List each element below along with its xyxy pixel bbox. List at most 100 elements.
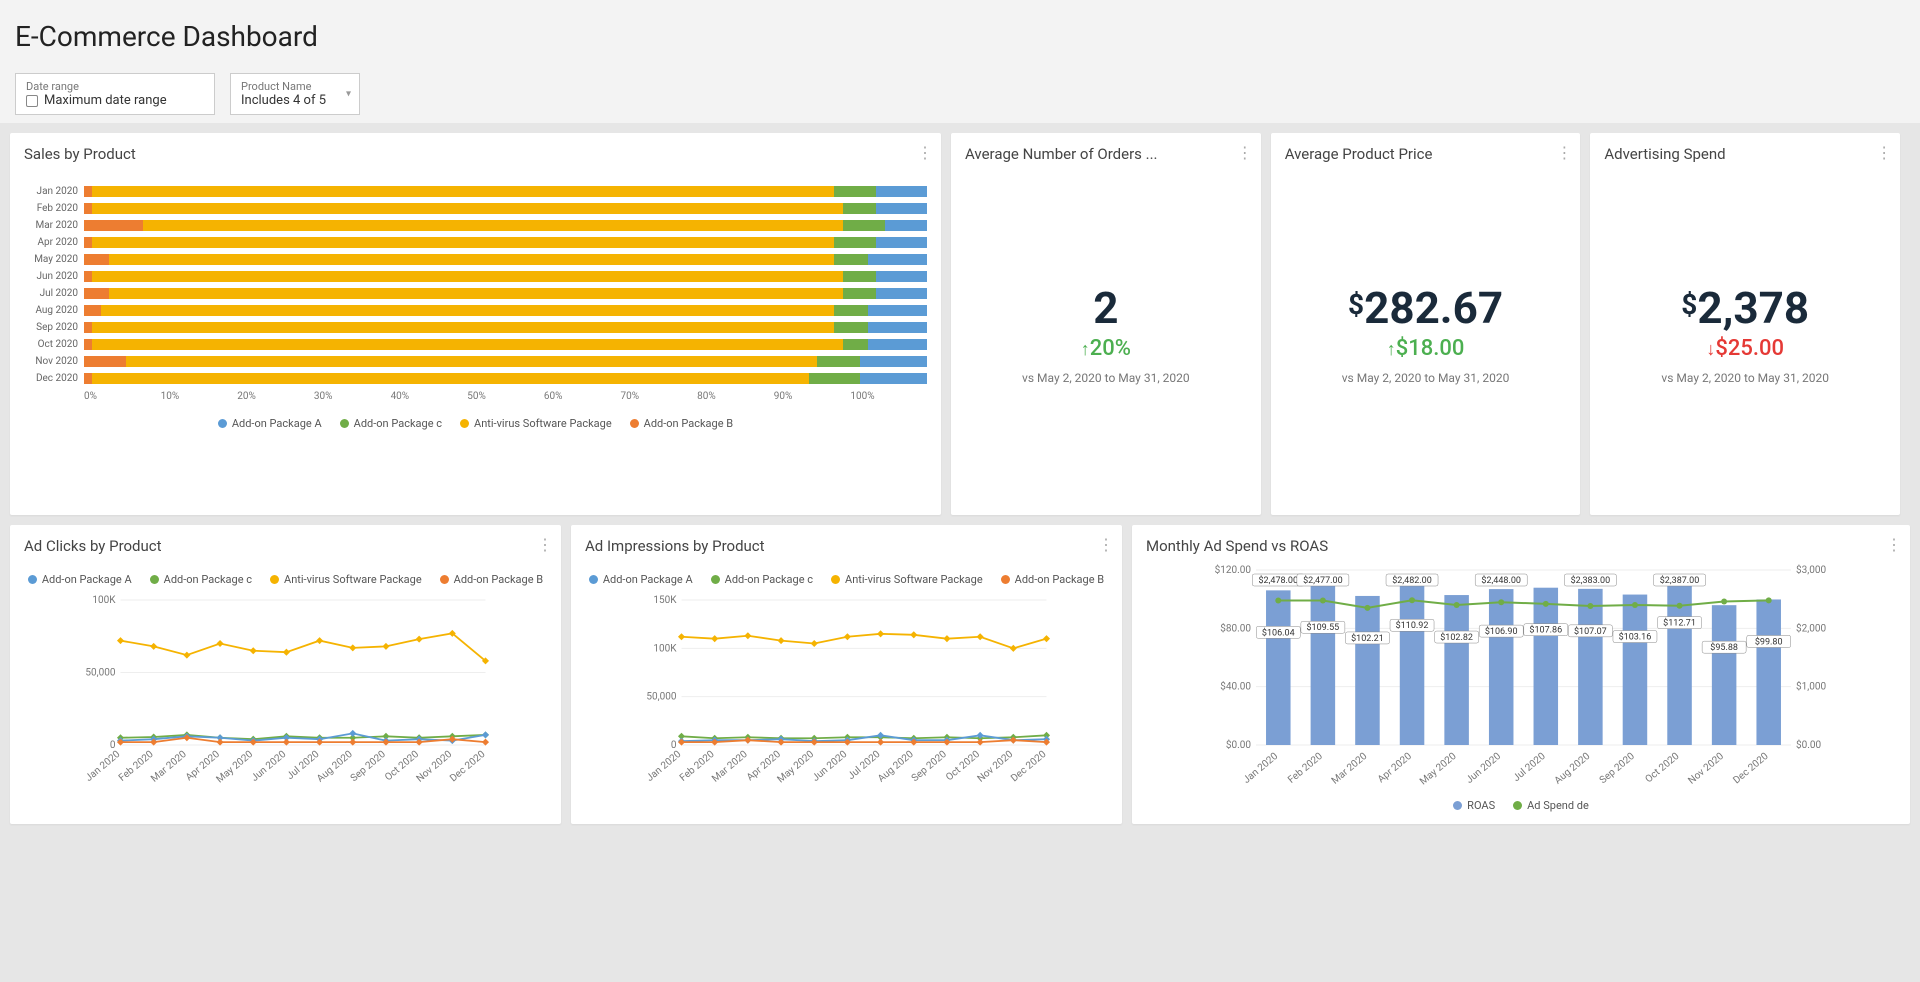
ad-impressions-line-chart: 050,000100K150KJan 2020Feb 2020Mar 2020A… (585, 590, 1108, 790)
svg-text:$3,000: $3,000 (1796, 563, 1826, 576)
svg-text:Mar 2020: Mar 2020 (149, 749, 189, 785)
card-ad-clicks: ⋮ Ad Clicks by Product Add-on Package AA… (10, 525, 561, 824)
filter-product-name[interactable]: Product Name Includes 4 of 5 ▾ (230, 73, 360, 115)
svg-text:Jan 2020: Jan 2020 (84, 749, 123, 784)
kpi-compare-text: vs May 2, 2020 to May 31, 2020 (1022, 371, 1190, 385)
svg-text:Aug 2020: Aug 2020 (315, 749, 355, 785)
kpi-ad-spend-delta: ↓$25.00 (1706, 336, 1784, 361)
svg-text:Aug 2020: Aug 2020 (876, 749, 916, 785)
kpi-compare-text: vs May 2, 2020 to May 31, 2020 (1661, 371, 1829, 385)
svg-text:Nov 2020: Nov 2020 (415, 749, 455, 785)
filter-date-range-value: Maximum date range (44, 93, 167, 108)
svg-text:Jun 2020: Jun 2020 (249, 749, 288, 784)
svg-text:$2,478.00: $2,478.00 (1259, 575, 1299, 586)
card-avg-price: ⋮ Average Product Price $282.67 ↑$18.00 … (1271, 133, 1581, 515)
svg-text:$109.55: $109.55 (1307, 622, 1340, 633)
svg-text:Jan 2020: Jan 2020 (1241, 751, 1280, 786)
svg-text:$103.16: $103.16 (1619, 632, 1652, 643)
chevron-down-icon: ▾ (346, 89, 351, 100)
svg-text:Jun 2020: Jun 2020 (1464, 751, 1503, 786)
svg-text:Sep 2020: Sep 2020 (1598, 751, 1637, 787)
svg-text:100K: 100K (653, 643, 677, 654)
filter-date-range[interactable]: Date range Maximum date range (15, 73, 215, 115)
card-title: Advertising Spend (1604, 145, 1886, 163)
card-title: Sales by Product (24, 145, 927, 163)
sales-legend: Add-on Package AAdd-on Package cAnti-vir… (24, 417, 927, 430)
svg-text:Mar 2020: Mar 2020 (710, 749, 750, 785)
card-ad-impressions: ⋮ Ad Impressions by Product Add-on Packa… (571, 525, 1122, 824)
svg-text:$106.04: $106.04 (1262, 627, 1295, 638)
kpi-avg-price-delta: ↑$18.00 (1387, 336, 1465, 361)
svg-text:100K: 100K (92, 595, 116, 606)
svg-text:Nov 2020: Nov 2020 (1686, 751, 1726, 787)
filter-bar: Date range Maximum date range Product Na… (15, 73, 1905, 115)
filter-product-name-label: Product Name (241, 80, 349, 93)
svg-text:$102.21: $102.21 (1351, 633, 1384, 644)
svg-text:$102.82: $102.82 (1440, 632, 1473, 643)
svg-text:$2,477.00: $2,477.00 (1303, 575, 1343, 586)
card-sales-by-product: ⋮ Sales by Product Jan 2020Feb 2020Mar 2… (10, 133, 941, 515)
svg-text:Sep 2020: Sep 2020 (349, 749, 388, 785)
row-2: ⋮ Ad Clicks by Product Add-on Package AA… (0, 525, 1920, 834)
card-menu-icon[interactable]: ⋮ (1886, 535, 1902, 554)
svg-text:Jun 2020: Jun 2020 (810, 749, 849, 784)
card-menu-icon[interactable]: ⋮ (1556, 143, 1572, 162)
filter-date-range-label: Date range (26, 80, 204, 93)
card-avg-orders: ⋮ Average Number of Orders ... 2 ↑20% vs… (951, 133, 1261, 515)
roas-legend: ROASAd Spend de (1146, 799, 1896, 812)
svg-text:$2,000: $2,000 (1796, 621, 1826, 634)
sales-stacked-bar-chart: Jan 2020Feb 2020Mar 2020Apr 2020May 2020… (24, 183, 927, 387)
card-roas: ⋮ Monthly Ad Spend vs ROAS $0.00$40.00$8… (1132, 525, 1910, 824)
filter-product-name-value: Includes 4 of 5 (241, 93, 326, 108)
svg-text:$120.00: $120.00 (1215, 563, 1252, 576)
card-menu-icon[interactable]: ⋮ (1876, 143, 1892, 162)
card-title: Monthly Ad Spend vs ROAS (1146, 537, 1896, 555)
kpi-avg-price-value: $282.67 (1348, 282, 1503, 334)
svg-text:Apr 2020: Apr 2020 (1376, 751, 1414, 786)
svg-text:Dec 2020: Dec 2020 (1009, 749, 1049, 785)
ad-clicks-line-chart: 050,000100KJan 2020Feb 2020Mar 2020Apr 2… (24, 590, 547, 790)
svg-text:May 2020: May 2020 (1418, 751, 1459, 788)
svg-text:$40.00: $40.00 (1220, 680, 1251, 693)
svg-text:50,000: 50,000 (646, 692, 676, 703)
card-menu-icon[interactable]: ⋮ (1098, 535, 1114, 554)
svg-text:Jul 2020: Jul 2020 (1511, 751, 1548, 784)
svg-text:May 2020: May 2020 (215, 749, 256, 786)
card-ad-spend: ⋮ Advertising Spend $2,378 ↓$25.00 vs Ma… (1590, 133, 1900, 515)
svg-text:50,000: 50,000 (85, 668, 115, 679)
svg-text:$2,387.00: $2,387.00 (1660, 575, 1700, 586)
svg-text:Feb 2020: Feb 2020 (1286, 751, 1325, 786)
sales-x-axis: 0%10%20%30%40%50%60%70%80%90%100% (24, 391, 927, 402)
ad-impressions-legend: Add-on Package AAdd-on Package cAnti-vir… (585, 573, 1108, 586)
roas-combo-chart: $0.00$40.00$80.00$120.00$0.00$1,000$2,00… (1146, 555, 1896, 795)
kpi-compare-text: vs May 2, 2020 to May 31, 2020 (1342, 371, 1510, 385)
svg-text:$0.00: $0.00 (1796, 738, 1821, 751)
svg-text:$107.07: $107.07 (1574, 626, 1607, 637)
svg-text:Aug 2020: Aug 2020 (1553, 751, 1593, 787)
svg-text:$0.00: $0.00 (1226, 738, 1251, 751)
svg-text:$106.90: $106.90 (1485, 626, 1518, 637)
svg-text:$2,448.00: $2,448.00 (1481, 575, 1521, 586)
arrow-up-icon: ↑ (1387, 339, 1396, 360)
kpi-avg-orders-delta: ↑20% (1081, 336, 1131, 361)
ad-clicks-legend: Add-on Package AAdd-on Package cAnti-vir… (24, 573, 547, 586)
svg-text:$107.86: $107.86 (1529, 625, 1562, 636)
svg-text:150K: 150K (653, 595, 677, 606)
svg-text:$1,000: $1,000 (1796, 680, 1826, 693)
card-menu-icon[interactable]: ⋮ (537, 535, 553, 554)
card-title: Ad Impressions by Product (585, 537, 1108, 555)
arrow-up-icon: ↑ (1081, 339, 1090, 360)
calendar-icon (26, 95, 38, 107)
kpi-avg-orders-value: 2 (1093, 282, 1118, 334)
svg-text:Sep 2020: Sep 2020 (910, 749, 949, 785)
svg-text:$2,383.00: $2,383.00 (1571, 575, 1611, 586)
svg-text:May 2020: May 2020 (776, 749, 817, 786)
card-title: Average Number of Orders ... (965, 145, 1247, 163)
svg-text:Dec 2020: Dec 2020 (448, 749, 488, 785)
card-menu-icon[interactable]: ⋮ (1237, 143, 1253, 162)
svg-text:$99.80: $99.80 (1755, 636, 1783, 647)
card-menu-icon[interactable]: ⋮ (917, 143, 933, 162)
svg-text:Nov 2020: Nov 2020 (976, 749, 1016, 785)
svg-text:$112.71: $112.71 (1663, 618, 1696, 629)
page-title: E-Commerce Dashboard (15, 20, 1905, 53)
